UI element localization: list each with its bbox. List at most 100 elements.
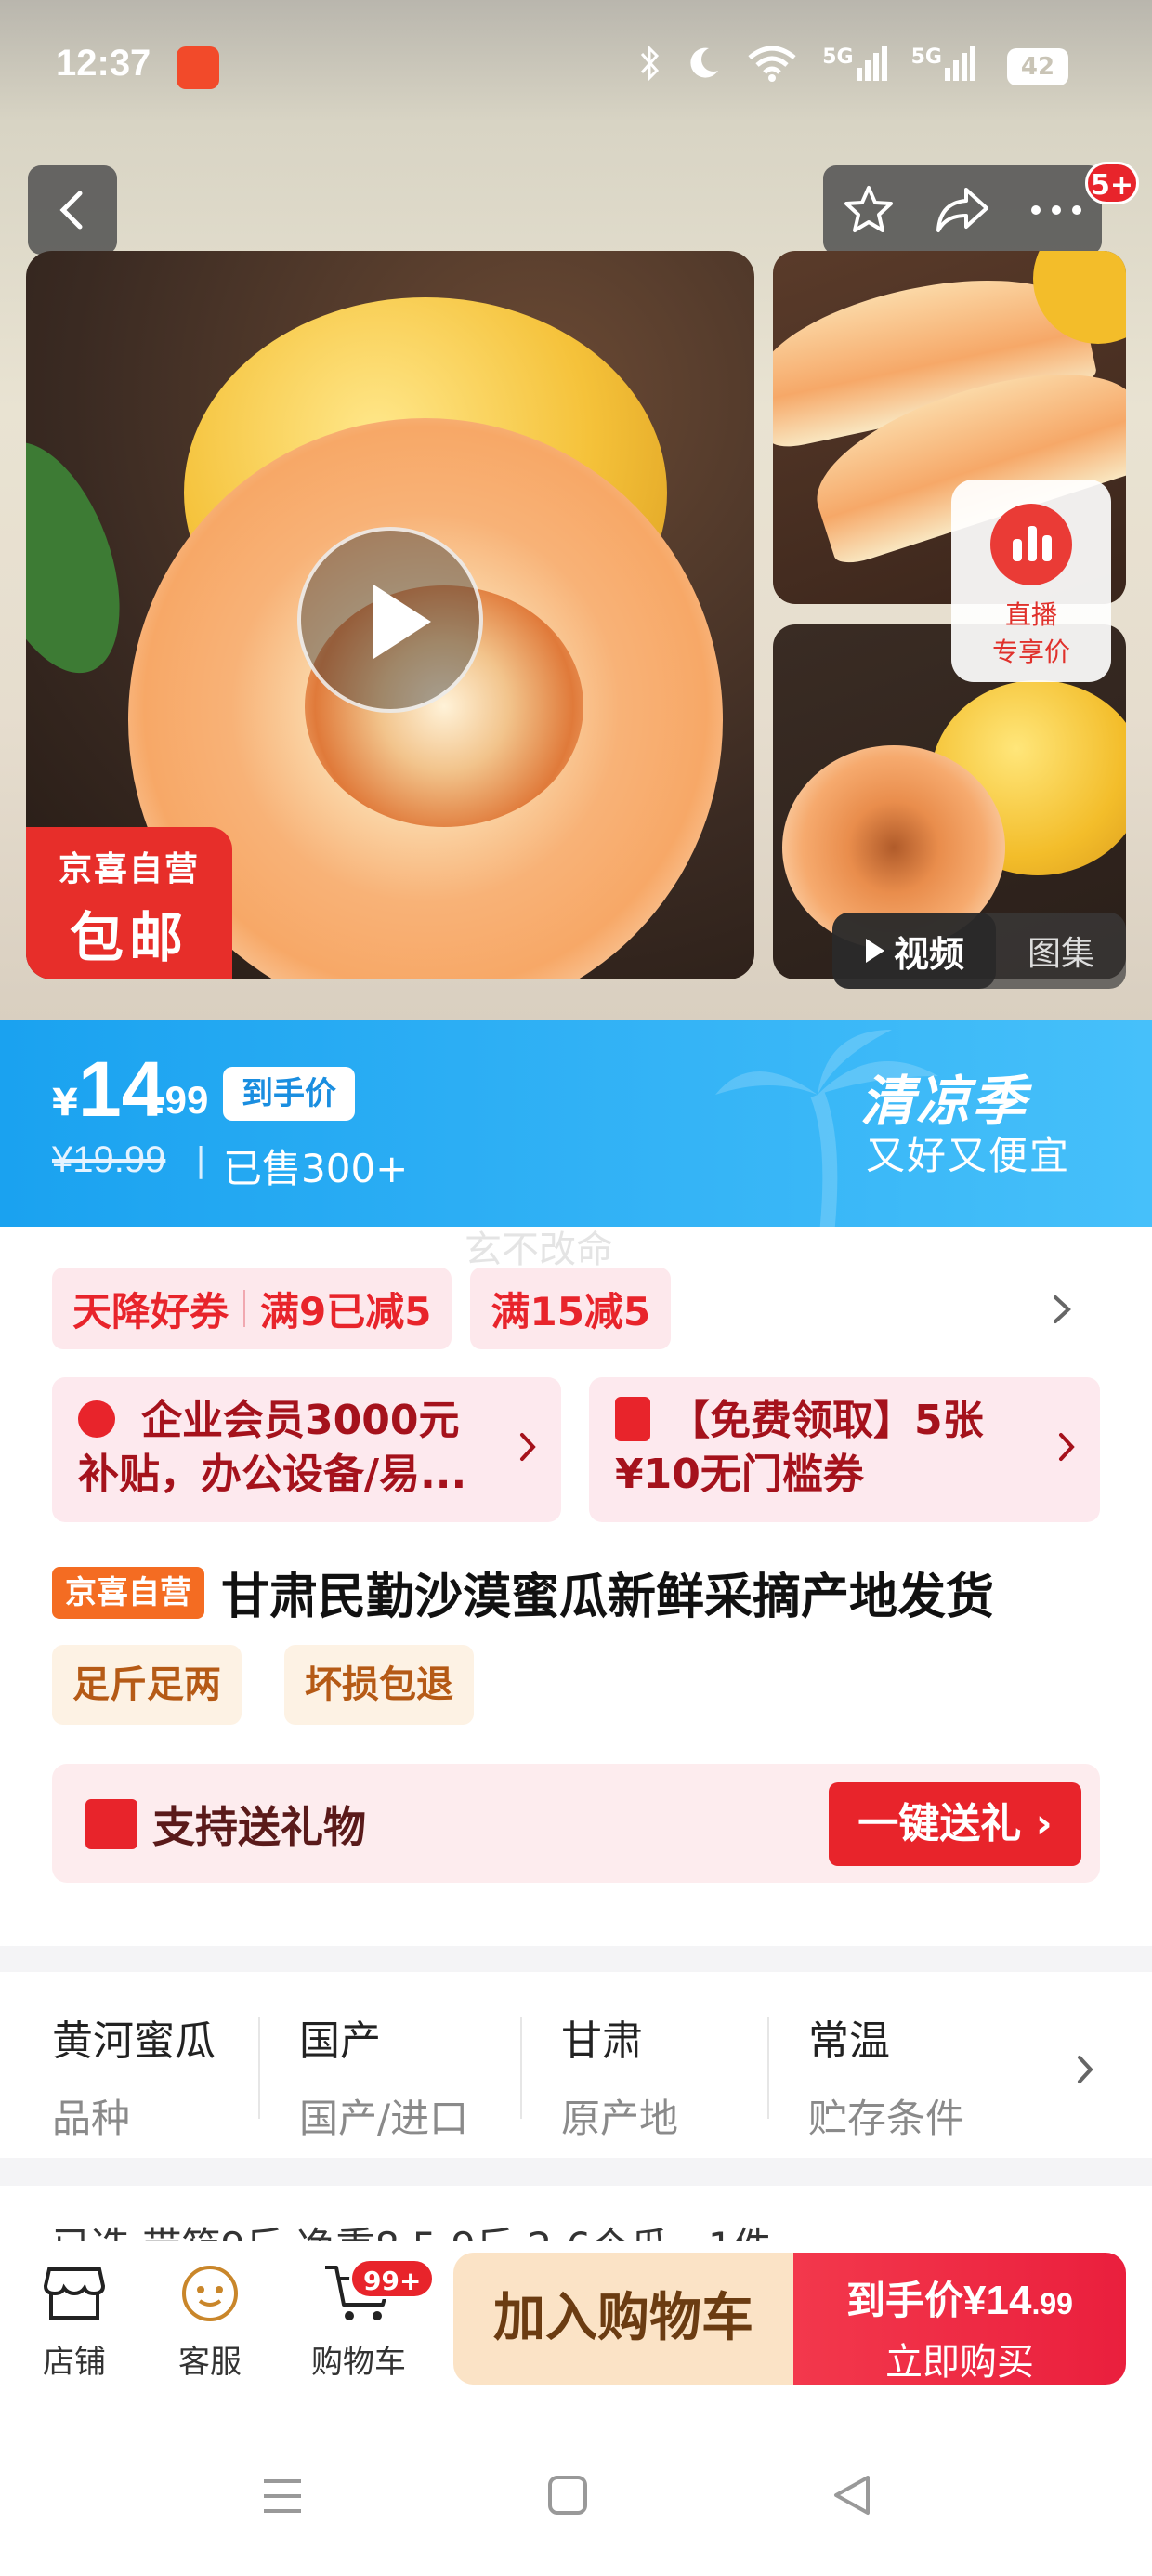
status-bar: 12:37 5G 5G 42 (0, 37, 1152, 102)
watermark-text: 玄不改命 (465, 1229, 613, 1271)
price-currency: ¥ (52, 1082, 78, 1124)
signal-label: 5G (910, 46, 942, 69)
menu-icon[interactable] (260, 2476, 305, 2517)
more-icon[interactable] (1028, 201, 1084, 219)
chevron-right-icon[interactable] (1052, 1294, 1072, 1325)
coupon-row[interactable]: 天降好券 满9已减5 满15减5 (52, 1268, 672, 1349)
coupon-value: 满9已减5 (260, 1288, 432, 1334)
share-icon[interactable] (933, 182, 992, 238)
cart-label: 购物车 (311, 2344, 406, 2381)
spec-row[interactable]: 黄河蜜瓜品种 国产 国产/进口 甘肃 原产地 常温贮存条件 (0, 1972, 1152, 2158)
tab-video-label: 视频 (893, 933, 964, 975)
tab-gallery[interactable]: 图集 (996, 927, 1126, 975)
promo-card-enterprise[interactable]: 企业会员3000元 补贴，办公设备/易... (52, 1377, 561, 1522)
battery-icon: 42 (1007, 48, 1068, 85)
promo-line2: ¥10无门槛券 (615, 1451, 864, 1498)
product-title-row: 京喜自营 甘肃民勤沙漠蜜瓜新鲜采摘产地发货 (52, 1557, 994, 1627)
send-gift-label: 一键送礼 (857, 1800, 1022, 1847)
live-price-button[interactable]: 直播 专享价 (951, 480, 1111, 682)
chevron-right-icon (1078, 2056, 1093, 2083)
chevron-left-icon (59, 191, 83, 230)
add-to-cart-button[interactable]: 加入购物车 (453, 2253, 793, 2385)
notification-badge: 5+ (1085, 162, 1139, 204)
buy-price-int: ¥14 (963, 2278, 1032, 2323)
play-video-icon[interactable] (297, 527, 483, 713)
media-tabs: 视频 图集 (832, 913, 1126, 989)
live-stream-icon (990, 504, 1072, 585)
coupon-chip[interactable]: 满15减5 (470, 1268, 672, 1349)
favorite-star-icon[interactable] (841, 182, 897, 238)
5g-signal-icon: 5G (911, 46, 975, 81)
spec-key: 贮存条件 (808, 2096, 965, 2141)
back-button[interactable] (28, 165, 117, 255)
cart-count-badge: 99+ (349, 2258, 436, 2299)
signal-label: 5G (822, 46, 854, 69)
store-button[interactable]: 店铺 (37, 2258, 111, 2382)
spec-item: 甘肃 原产地 (561, 2007, 678, 2144)
bluetooth-icon (641, 45, 660, 82)
free-shipping-label: 包邮 (69, 906, 189, 969)
tab-video[interactable]: 视频 (832, 913, 996, 989)
product-gallery-area: 12:37 5G 5G 42 5+ 京喜自营 包邮 直播 专享价 视频 图集 (0, 0, 1152, 1020)
status-icons: 5G 5G (638, 45, 975, 82)
status-time: 12:37 (56, 43, 151, 84)
final-price-tag: 到手价 (223, 1067, 355, 1121)
spec-key: 品种 (52, 2096, 131, 2141)
app-notification-icon (177, 46, 219, 89)
customer-service-icon (173, 2258, 247, 2327)
season-subtitle: 又好又便宜 (866, 1133, 1071, 1178)
coupon-label: 天降好券 (72, 1288, 229, 1334)
promo-line1: 企业会员3000元 (141, 1397, 460, 1444)
back-nav-icon[interactable] (831, 2474, 873, 2517)
self-operated-badge: 京喜自营 (52, 1566, 204, 1619)
store-icon (37, 2258, 111, 2327)
self-operated-tag: 京喜自营 包邮 (26, 827, 232, 979)
spec-divider (767, 2017, 769, 2119)
spec-item: 黄河蜜瓜 品种 (52, 2007, 216, 2144)
spec-value: 黄河蜜瓜 (52, 2017, 216, 2065)
customer-service-button[interactable]: 客服 (173, 2258, 247, 2382)
section-divider (0, 1946, 1152, 1972)
leaf-decoration (26, 423, 148, 692)
feature-tag: 足斤足两 (52, 1645, 242, 1725)
selected-variant-row[interactable]: 已选 带箱9斤 净重8.5-9斤 2-6个瓜，1件 (52, 2215, 772, 2241)
wifi-icon (748, 46, 796, 82)
coupon-divider (243, 1290, 246, 1327)
spec-value: 常温 (808, 2017, 890, 2065)
price-decimal: .99 (154, 1078, 209, 1122)
moon-icon (690, 47, 719, 78)
coupon-icon (615, 1397, 650, 1441)
top-action-group (823, 165, 1102, 255)
buy-price-row: 到手价¥14.99 (793, 2269, 1126, 2326)
send-gift-button[interactable]: 一键送礼 › (829, 1782, 1081, 1866)
live-price-label: 专享价 (991, 637, 1070, 667)
home-icon[interactable] (546, 2474, 589, 2517)
buy-now-label: 立即购买 (885, 2341, 1034, 2384)
live-label: 直播 (1004, 599, 1057, 630)
promo-line2: 补贴，办公设备/易... (78, 1451, 467, 1498)
chevron-right-icon (1059, 1433, 1075, 1461)
store-label: 店铺 (43, 2344, 106, 2381)
gift-icon (85, 1799, 137, 1849)
spec-key: 国产/进口 (299, 2096, 469, 2141)
promo-line1-row: 【免费领取】5张 (615, 1394, 1100, 1448)
buy-price-dec: .99 (1031, 2287, 1073, 2320)
user-icon (78, 1400, 115, 1438)
buy-price-prefix: 到手价 (846, 2278, 964, 2323)
system-navigation-bar (0, 2422, 1152, 2576)
promo-line1: 【免费领取】5张 (669, 1397, 984, 1444)
gift-label: 支持送礼物 (152, 1802, 366, 1852)
chevron-right-icon (520, 1433, 536, 1461)
main-product-image[interactable]: 京喜自营 包邮 (26, 251, 754, 979)
spec-item: 常温 贮存条件 (808, 2007, 964, 2144)
promo-card-coupon[interactable]: 【免费领取】5张 ¥10无门槛券 (589, 1377, 1100, 1522)
buy-now-button[interactable]: 到手价¥14.99 立即购买 (793, 2253, 1126, 2385)
gift-banner: 支持送礼物 一键送礼 › (52, 1764, 1100, 1883)
feature-tag: 坏损包退 (284, 1645, 474, 1725)
coupon-chip[interactable]: 天降好券 满9已减5 (52, 1268, 452, 1349)
original-price: ¥19.99 (52, 1139, 166, 1180)
sold-count: 已售300+ (223, 1146, 409, 1191)
5g-signal-icon: 5G (822, 46, 887, 81)
spec-item: 国产 国产/进口 (299, 2007, 468, 2144)
spec-divider (258, 2017, 260, 2119)
